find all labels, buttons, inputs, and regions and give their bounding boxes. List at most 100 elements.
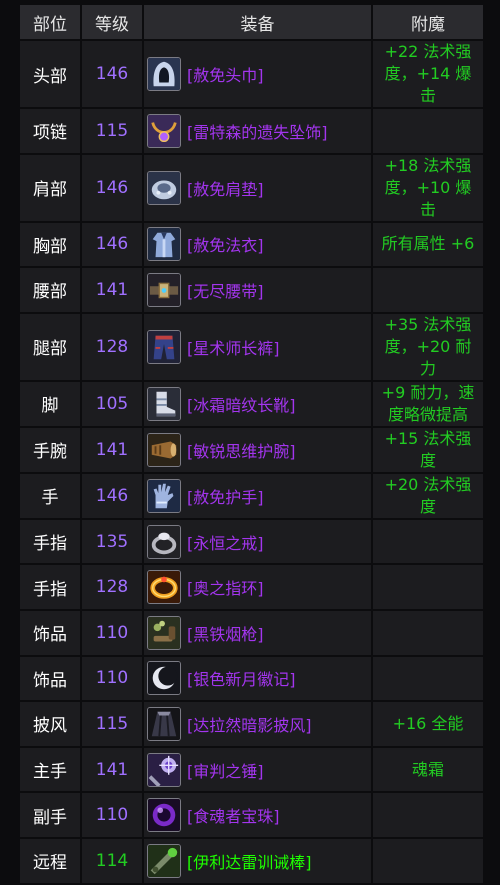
- item-level-cell: 141: [82, 268, 142, 312]
- enchant-cell: +20 法术强度: [373, 473, 483, 518]
- table-row: 饰品 110 [黑铁烟枪]: [20, 610, 483, 655]
- header-enchant: 附魔: [373, 5, 483, 39]
- item-level-cell: 128: [82, 565, 142, 609]
- necklace-icon[interactable]: [147, 113, 181, 148]
- header-slot: 部位: [20, 5, 80, 39]
- gear-table: 部位 等级 装备 附魔 头部 146 [赦免头巾] +22 法术强度，+14 爆击 项链…: [18, 3, 485, 885]
- belt-icon[interactable]: [147, 272, 181, 307]
- gear-cell: [赦免护手]: [144, 473, 371, 518]
- gear-cell: [达拉然暗影披风]: [144, 702, 371, 746]
- item-level-cell: 110: [82, 656, 142, 701]
- gear-cell: [敏锐思维护腕]: [144, 427, 371, 472]
- item-name-link[interactable]: [黑铁烟枪]: [187, 621, 264, 645]
- table-row: 腰部 141 [无尽腰带]: [20, 268, 483, 312]
- table-row: 手腕 141 [敏锐思维护腕] +15 法术强度: [20, 427, 483, 472]
- slot-cell: 饰品: [20, 610, 80, 655]
- table-row: 饰品 110 [银色新月徽记]: [20, 656, 483, 701]
- enchant-cell: +16 全能: [373, 702, 483, 746]
- item-name-link[interactable]: [奥之指环]: [187, 575, 264, 599]
- gear-cell: [赦免法衣]: [144, 222, 371, 267]
- slot-cell: 远程: [20, 838, 80, 883]
- robe-icon[interactable]: [147, 227, 181, 262]
- enchant-cell: [373, 610, 483, 655]
- item-level-cell: 146: [82, 473, 142, 518]
- item-name-link[interactable]: [审判之锤]: [187, 758, 264, 782]
- slot-cell: 腿部: [20, 313, 80, 380]
- gear-cell: [食魂者宝珠]: [144, 793, 371, 837]
- item-level-cell: 115: [82, 109, 142, 153]
- item-level-cell: 146: [82, 222, 142, 267]
- bracer-icon[interactable]: [147, 432, 181, 467]
- item-name-link[interactable]: [伊利达雷训诫棒]: [187, 849, 312, 873]
- item-name-link[interactable]: [冰霜暗纹长靴]: [187, 392, 296, 416]
- slot-cell: 手腕: [20, 427, 80, 472]
- table-row: 远程 114 [伊利达雷训诫棒]: [20, 838, 483, 883]
- enchant-cell: +9 耐力，速度略微提高: [373, 381, 483, 426]
- item-name-link[interactable]: [赦免法衣]: [187, 232, 264, 256]
- item-level-cell: 128: [82, 313, 142, 380]
- pants-icon[interactable]: [147, 329, 181, 364]
- orb-icon[interactable]: [147, 798, 181, 833]
- item-name-link[interactable]: [赦免护手]: [187, 484, 264, 508]
- table-row: 头部 146 [赦免头巾] +22 法术强度，+14 爆击: [20, 41, 483, 107]
- enchant-cell: +35 法术强度，+20 耐力: [373, 313, 483, 380]
- item-name-link[interactable]: [雷特森的遗失坠饰]: [187, 119, 328, 143]
- item-name-link[interactable]: [永恒之戒]: [187, 530, 264, 554]
- enchant-cell: [373, 656, 483, 701]
- table-row: 手指 135 [永恒之戒]: [20, 519, 483, 564]
- item-name-link[interactable]: [食魂者宝珠]: [187, 803, 280, 827]
- item-level-cell: 146: [82, 41, 142, 107]
- mace-icon[interactable]: [147, 752, 181, 787]
- slot-cell: 手指: [20, 519, 80, 564]
- cloak-icon[interactable]: [147, 706, 181, 741]
- slot-cell: 手: [20, 473, 80, 518]
- gear-cell: [黑铁烟枪]: [144, 610, 371, 655]
- gloves-icon[interactable]: [147, 478, 181, 513]
- enchant-cell: [373, 109, 483, 153]
- item-level-cell: 115: [82, 702, 142, 746]
- gear-cell: [星术师长裤]: [144, 313, 371, 380]
- shoulder-icon[interactable]: [147, 170, 181, 205]
- item-level-cell: 146: [82, 154, 142, 221]
- table-row: 脚 105 [冰霜暗纹长靴] +9 耐力，速度略微提高: [20, 381, 483, 426]
- gear-cell: [审判之锤]: [144, 747, 371, 792]
- table-row: 主手 141 [审判之锤] 魂霜: [20, 747, 483, 792]
- gear-cell: [奥之指环]: [144, 565, 371, 609]
- item-name-link[interactable]: [赦免头巾]: [187, 62, 264, 86]
- item-name-link[interactable]: [星术师长裤]: [187, 335, 280, 359]
- slot-cell: 腰部: [20, 268, 80, 312]
- item-level-cell: 141: [82, 747, 142, 792]
- table-row: 手指 128 [奥之指环]: [20, 565, 483, 609]
- slot-cell: 胸部: [20, 222, 80, 267]
- item-name-link[interactable]: [银色新月徽记]: [187, 666, 296, 690]
- gold-ring-icon[interactable]: [147, 570, 181, 605]
- ring-icon[interactable]: [147, 524, 181, 559]
- crescent-moon-icon[interactable]: [147, 661, 181, 696]
- enchant-cell: [373, 519, 483, 564]
- boots-icon[interactable]: [147, 386, 181, 421]
- table-row: 副手 110 [食魂者宝珠]: [20, 793, 483, 837]
- gear-cell: [赦免头巾]: [144, 41, 371, 107]
- item-level-cell: 105: [82, 381, 142, 426]
- smoke-pipe-icon[interactable]: [147, 615, 181, 650]
- gear-cell: [伊利达雷训诫棒]: [144, 838, 371, 883]
- gear-cell: [雷特森的遗失坠饰]: [144, 109, 371, 153]
- gear-cell: [无尽腰带]: [144, 268, 371, 312]
- item-level-cell: 114: [82, 838, 142, 883]
- slot-cell: 头部: [20, 41, 80, 107]
- enchant-cell: +18 法术强度，+10 爆击: [373, 154, 483, 221]
- slot-cell: 副手: [20, 793, 80, 837]
- slot-cell: 饰品: [20, 656, 80, 701]
- item-level-cell: 110: [82, 610, 142, 655]
- table-row: 腿部 128 [星术师长裤] +35 法术强度，+20 耐力: [20, 313, 483, 380]
- wand-icon[interactable]: [147, 843, 181, 878]
- item-name-link[interactable]: [达拉然暗影披风]: [187, 712, 312, 736]
- item-name-link[interactable]: [赦免肩垫]: [187, 176, 264, 200]
- item-name-link[interactable]: [敏锐思维护腕]: [187, 438, 296, 462]
- item-level-cell: 141: [82, 427, 142, 472]
- hood-icon[interactable]: [147, 57, 181, 91]
- header-gear: 装备: [144, 5, 371, 39]
- table-row: 项链 115 [雷特森的遗失坠饰]: [20, 109, 483, 153]
- enchant-cell: [373, 838, 483, 883]
- item-name-link[interactable]: [无尽腰带]: [187, 278, 264, 302]
